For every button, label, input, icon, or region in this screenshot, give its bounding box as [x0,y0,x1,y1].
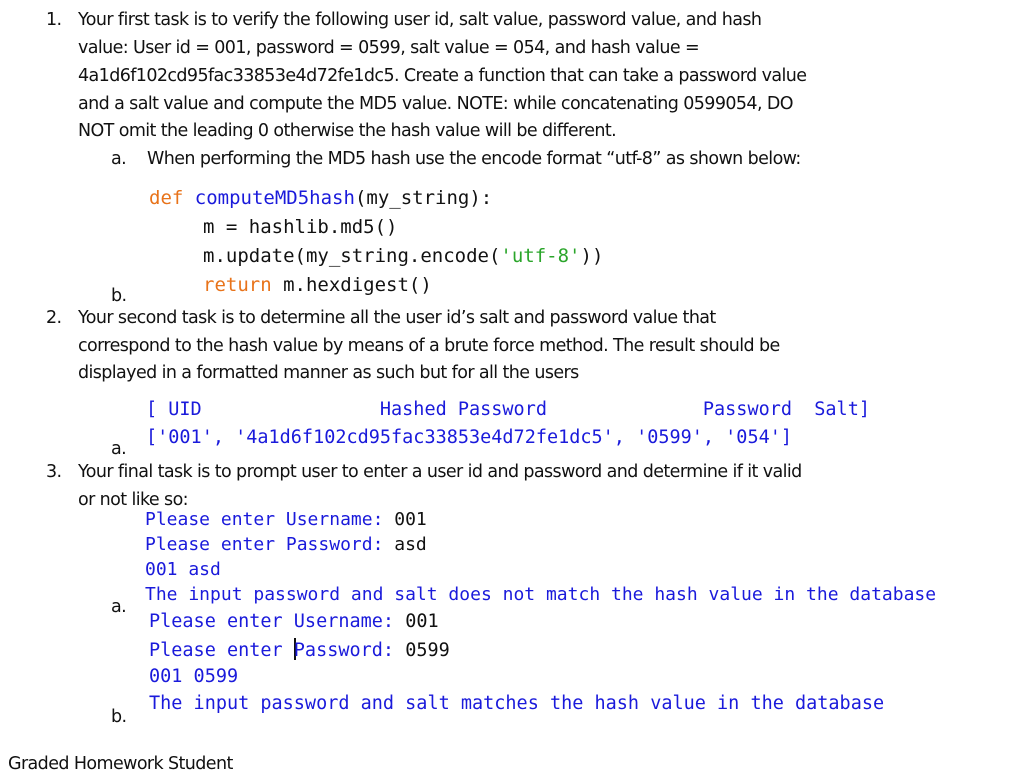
code-function-name: computeMD5hash [194,187,355,209]
username-prompt-line: Please enter Username: 001 [145,509,427,530]
task-1-line: Your first task is to verify the followi… [78,10,762,30]
code-string-utf8: 'utf-8' [500,245,581,267]
code-keyword-def: def [149,187,184,209]
code-function-signature: (my_string): [354,187,493,209]
code-update-call: m.update(my_string.encode( [203,245,501,267]
credentials-echo: 001 asd [145,559,221,580]
task-2-line: Your second task is to determine all the… [78,308,716,328]
task-3a-label: a. [111,597,127,617]
credentials-echo: 001 0599 [149,666,239,687]
task-1-line: NOT omit the leading 0 otherwise the has… [78,121,617,141]
code-line-return: return m.hexdigest() [203,274,432,296]
task-1-line: value: User id = 001, password = 0599, s… [78,38,700,58]
task-2a-label: a. [111,439,127,459]
code-keyword-return: return [203,274,272,296]
task-2-line: displayed in a formatted manner as such … [78,363,579,383]
task-3-line: Your final task is to prompt user to ent… [78,462,802,482]
code-line-update: m.update(my_string.encode('utf-8')) [203,245,603,267]
task-2-line: correspond to the hash value by means of… [78,336,780,356]
username-prompt-line: Please enter Username: 001 [149,611,439,632]
password-prompt-start: Please enter [149,640,294,661]
password-prompt: Please enter Password: [145,534,395,555]
task-3-line: or not like so: [78,490,189,510]
result-message-match: The input password and salt matches the … [149,693,885,714]
task-1-line: 4a1d6f102cd95fac33853e4d72fe1dc5. Create… [78,66,807,86]
password-input-value: 0599 [405,640,450,661]
output-table-row: ['001', '4a1d6f102cd95fac33853e4d72fe1dc… [146,427,793,448]
username-input-value: 001 [405,611,439,632]
task-3-number: 3. [46,462,62,482]
task-1a-label: a. [111,149,127,169]
task-1a-text: When performing the MD5 hash use the enc… [147,149,801,169]
password-prompt-end: Password: [293,640,406,661]
username-prompt: Please enter Username: [145,509,395,530]
password-prompt-line: Please enter Password: 0599 [149,638,450,661]
footer-partial-text: Graded Homework Student [8,754,233,774]
password-input-value: asd [394,534,427,555]
result-message-no-match: The input password and salt does not mat… [145,584,937,605]
code-line-md5: m = hashlib.md5() [203,216,398,238]
task-1-line: and a salt value and compute the MD5 val… [78,94,794,114]
username-input-value: 001 [394,509,427,530]
code-update-close: )) [580,245,604,267]
code-return-value: m.hexdigest() [271,274,432,296]
username-prompt: Please enter Username: [149,611,406,632]
password-prompt-line: Please enter Password: asd [145,534,427,555]
task-3b-label: b. [111,707,127,727]
output-table-header: [ UID Hashed Password Password Salt] [146,399,870,420]
task-2-number: 2. [46,308,62,328]
task-1b-label: b. [111,286,127,306]
code-line-def: def computeMD5hash(my_string): [149,187,492,209]
task-1-number: 1. [46,10,62,30]
